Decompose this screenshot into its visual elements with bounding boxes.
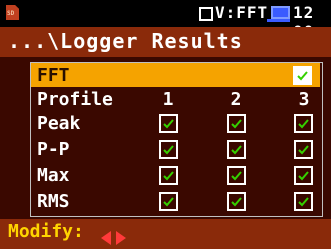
result-row-rms[interactable]: RMS	[31, 189, 320, 213]
usb-power-base	[267, 19, 290, 22]
page-title: ...\Logger Results	[8, 29, 243, 53]
result-row-peak[interactable]: Peak	[31, 111, 320, 135]
row-label: P-P	[37, 139, 70, 160]
check-icon	[298, 197, 309, 207]
row-label: Max	[37, 165, 70, 186]
result-row-p-p[interactable]: P-P	[31, 137, 320, 161]
check-icon	[298, 119, 309, 129]
arrow-right-icon[interactable]	[116, 231, 126, 245]
row-label: RMS	[37, 191, 70, 212]
profile-column-3: 3	[298, 89, 310, 110]
profile-label: Profile	[37, 89, 113, 110]
check-icon	[231, 119, 242, 129]
check-icon	[231, 197, 242, 207]
check-icon	[163, 145, 174, 155]
profile-column-2: 2	[230, 89, 242, 110]
check-icon	[297, 71, 308, 81]
fft-checkbox[interactable]	[293, 66, 312, 85]
check-icon	[163, 119, 174, 129]
fft-row[interactable]: FFT	[31, 63, 320, 87]
check-icon	[298, 171, 309, 181]
mode-text: V:FFT	[215, 3, 269, 22]
check-icon	[163, 197, 174, 207]
status-bar: SD V:FFT 12 00	[0, 0, 331, 41]
checkbox-profile-1[interactable]	[159, 140, 178, 159]
checkbox-profile-2[interactable]	[227, 192, 246, 211]
checkbox-profile-1[interactable]	[159, 114, 178, 133]
row-label: Peak	[37, 113, 81, 134]
checkbox-profile-1[interactable]	[159, 192, 178, 211]
check-icon	[231, 145, 242, 155]
result-row-max[interactable]: Max	[31, 163, 320, 187]
checkbox-profile-1[interactable]	[159, 166, 178, 185]
fft-label: FFT	[37, 65, 70, 86]
checkbox-profile-2[interactable]	[227, 114, 246, 133]
checkbox-profile-3[interactable]	[294, 140, 313, 159]
title-bar: ...\Logger Results	[0, 27, 331, 57]
checkbox-profile-2[interactable]	[227, 166, 246, 185]
mode-indicator-box	[199, 7, 213, 21]
modify-bar: Modify:	[0, 219, 331, 249]
modify-label: Modify:	[8, 221, 84, 242]
check-icon	[231, 171, 242, 181]
checkbox-profile-3[interactable]	[294, 192, 313, 211]
profile-column-1: 1	[162, 89, 174, 110]
check-icon	[163, 171, 174, 181]
check-icon	[298, 145, 309, 155]
usb-power-icon	[271, 6, 290, 19]
checkbox-profile-2[interactable]	[227, 140, 246, 159]
checkbox-profile-3[interactable]	[294, 114, 313, 133]
sd-card-icon: SD	[6, 5, 19, 20]
profile-header-row: Profile 1 2 3	[31, 87, 320, 111]
arrow-left-icon[interactable]	[101, 231, 111, 245]
checkbox-profile-3[interactable]	[294, 166, 313, 185]
